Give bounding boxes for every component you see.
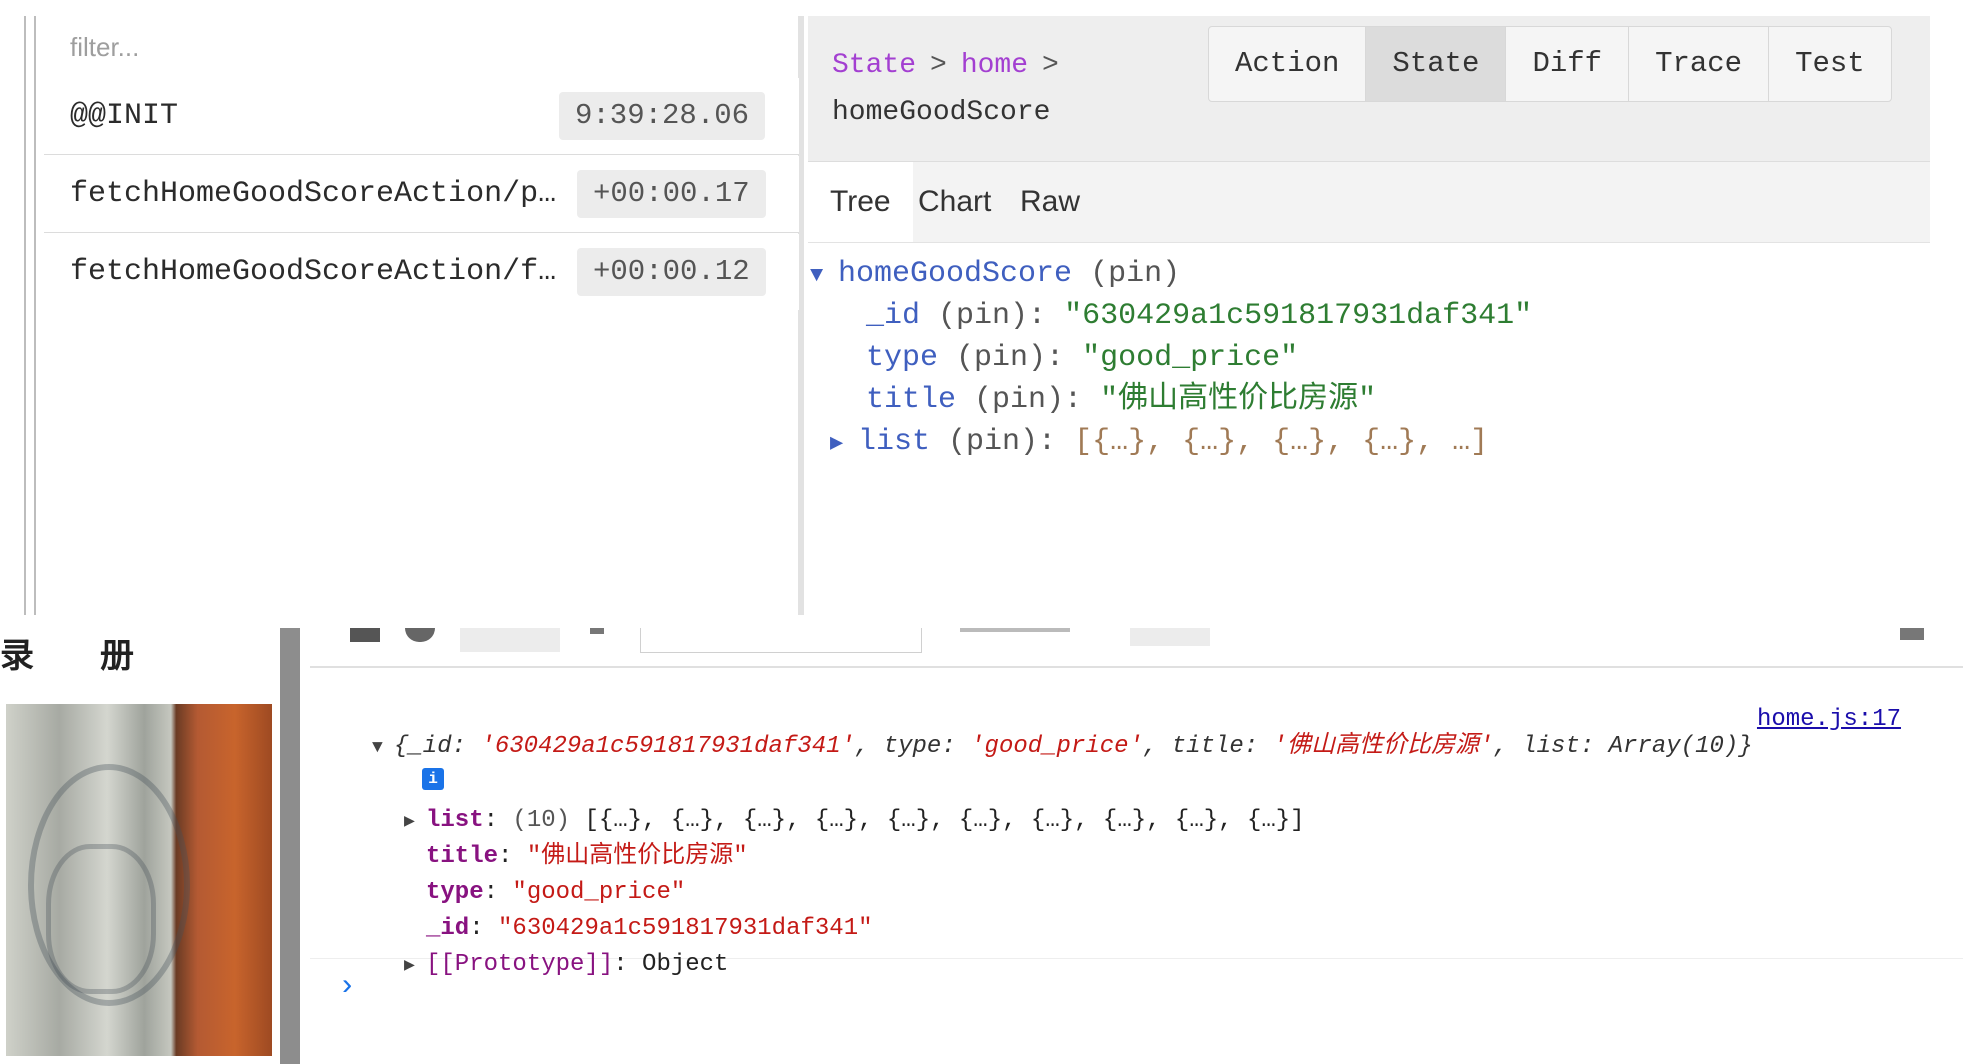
tree-key: type [866,341,939,375]
tree-value: "good_price" [1082,341,1299,375]
object-preview[interactable]: ▼ {_id: '630429a1c591817931daf341', type:… [372,730,1753,764]
page-label-left[interactable]: 录 [0,628,34,677]
tree-pin[interactable]: (pin) [956,341,1046,375]
chevron-down-icon[interactable] [590,628,604,634]
tree-key: _id [866,299,921,333]
action-time: +00:00.17 [577,170,766,218]
context-selector[interactable] [460,628,560,652]
tab-diff[interactable]: Diff [1506,27,1630,101]
prop-prototype[interactable]: ▶ [[Prototype]]: Object [404,948,728,982]
clear-console-icon[interactable] [405,628,435,642]
breadcrumb: State > home > homeGoodScore [832,42,1192,136]
action-name: @@INIT [70,99,179,133]
tree-value: "630429a1c591817931daf341" [1064,299,1533,333]
triangle-right-icon[interactable]: ▶ [404,949,426,983]
subtab-chart[interactable]: Chart [896,162,1013,242]
tree-pin[interactable]: (pin) [974,383,1064,417]
source-link[interactable]: home.js:17 [1757,706,1901,733]
gear-icon[interactable] [1900,628,1924,640]
painting-image [6,704,272,1056]
triangle-right-icon[interactable]: ▶ [404,805,426,839]
breadcrumb-current: homeGoodScore [832,97,1051,128]
console-panel: home.js:17 ▼ {_id: '630429a1c591817931daf… [310,628,1963,1064]
tree-key: title [866,383,957,417]
tree-value: [{…}, {…}, {…}, {…}, …] [1074,425,1489,459]
console-message: home.js:17 ▼ {_id: '630429a1c591817931daf… [310,668,1963,978]
tab-state[interactable]: State [1366,27,1507,101]
state-panel: State > home > homeGoodScore Action State Di… [808,16,1930,615]
tab-trace[interactable]: Trace [1629,27,1770,101]
tab-test[interactable]: Test [1769,27,1891,101]
action-item-pending[interactable]: fetchHomeGoodScoreAction/p… +00:00.17 [44,156,799,233]
filter-input[interactable] [44,16,807,78]
page-label-register[interactable]: 册 [100,628,134,677]
console-toolbar [310,628,1963,668]
tree-pin[interactable]: (pin) [948,425,1038,459]
chevron-right-icon[interactable]: › [338,970,356,1004]
breadcrumb-home[interactable]: home [961,50,1028,81]
action-name: fetchHomeGoodScoreAction/p… [70,177,557,211]
tree-root[interactable]: ▼ homeGoodScore (pin) [810,250,1180,298]
filter-row [44,16,807,79]
tree-row-list[interactable]: ▶ list (pin): [{…}, {…}, {…}, {…}, …] [830,418,1488,466]
tab-action[interactable]: Action [1209,27,1367,101]
info-icon[interactable]: i [422,768,444,790]
breadcrumb-state[interactable]: State [832,50,916,81]
subtab-raw[interactable]: Raw [998,162,1102,242]
tree-key: homeGoodScore [838,257,1073,291]
action-item-init[interactable]: @@INIT 9:39:28.06 [44,78,799,155]
tree-pin[interactable]: (pin) [938,299,1028,333]
pane-divider[interactable] [280,628,300,1064]
browser-area: 录 册 home.js:17 ▼ {_id: '630429a1c59181793… [0,628,1963,1064]
tree-row-title: title (pin): "佛山高性价比房源" [866,383,1377,417]
tree-pin[interactable]: (pin) [1090,257,1180,291]
tree-value: "佛山高性价比房源" [1100,383,1377,417]
action-list: @@INIT 9:39:28.06 fetchHomeGoodScoreActi… [44,16,807,615]
triangle-down-icon[interactable]: ▼ [372,731,394,765]
prop-type: type: "good_price" [426,879,686,906]
left-border-inner [34,16,36,615]
triangle-right-icon[interactable]: ▶ [830,420,858,468]
prop-title: title: "佛山高性价比房源" [426,843,748,870]
issues-button[interactable] [1130,628,1210,646]
action-item-fulfilled[interactable]: fetchHomeGoodScoreAction/f… +00:00.12 [44,234,799,310]
view-tabs: Tree Chart Raw [808,162,1930,243]
sidebar-toggle-icon[interactable] [350,628,380,642]
action-name: fetchHomeGoodScoreAction/f… [70,255,557,289]
redux-devtools: @@INIT 9:39:28.06 fetchHomeGoodScoreActi… [0,0,1963,615]
action-time: +00:00.12 [577,248,766,296]
left-border-outer [24,16,26,615]
state-header: State > home > homeGoodScore Action State Di… [808,16,1930,162]
filter-field[interactable] [640,628,922,653]
page-preview: 录 册 [0,628,280,1064]
prop-list[interactable]: ▶ list: (10) [{…}, {…}, {…}, {…}, {…}, {…… [404,804,1305,838]
prop-id: _id: "630429a1c591817931daf341" [426,915,873,942]
breadcrumb-separator: > [1042,50,1059,81]
tree-row-type: type (pin): "good_price" [866,341,1299,375]
action-time: 9:39:28.06 [559,92,766,140]
monitor-tabs: Action State Diff Trace Test [1208,26,1892,102]
breadcrumb-separator: > [930,50,947,81]
levels-dropdown[interactable] [960,628,1070,632]
triangle-down-icon[interactable]: ▼ [810,252,838,300]
tree-key: list [858,425,931,459]
tree-row-id: _id (pin): "630429a1c591817931daf341" [866,299,1533,333]
